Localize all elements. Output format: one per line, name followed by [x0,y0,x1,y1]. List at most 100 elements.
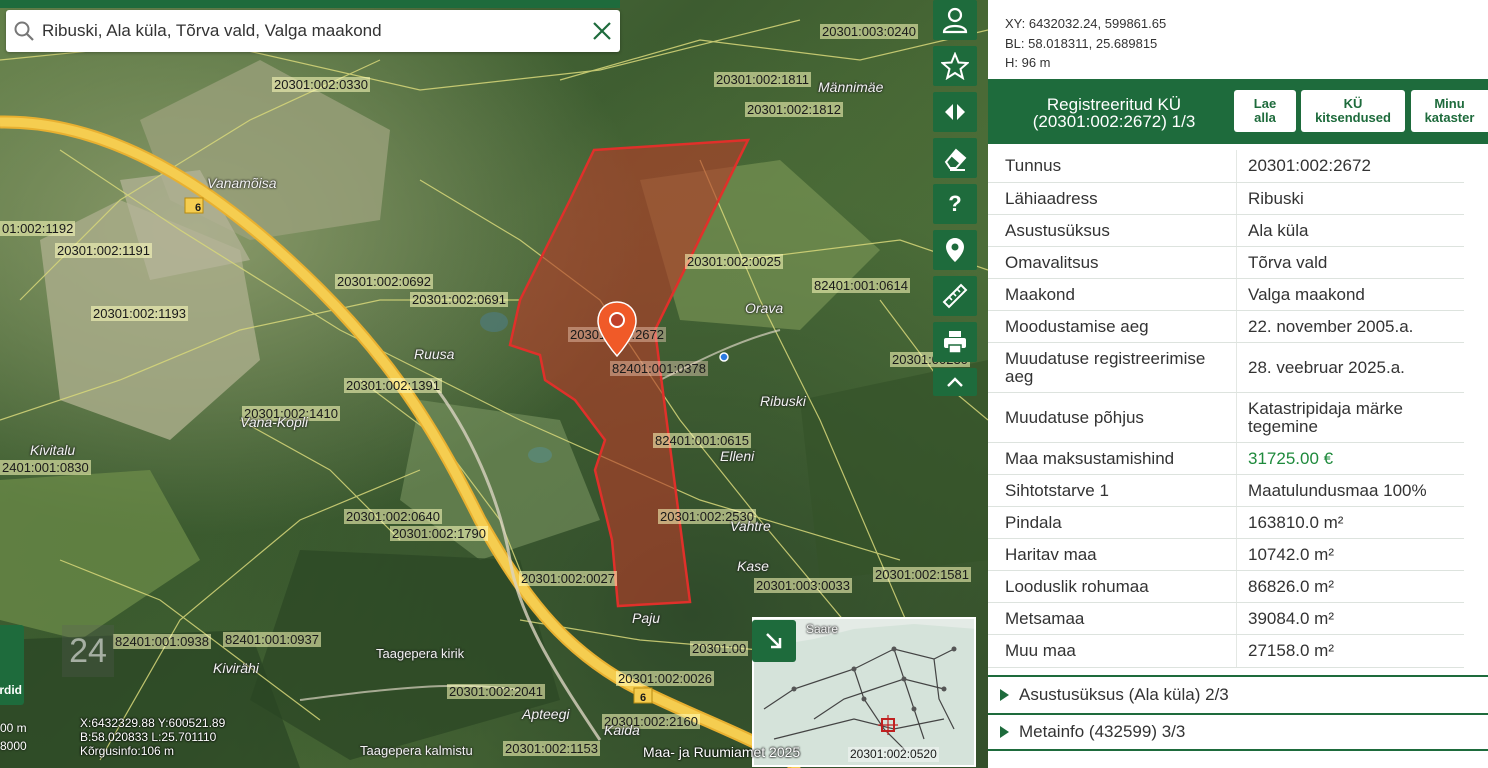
parcel-header-title: Registreeritud KÜ (20301:002:2672) 1/3 [994,96,1234,130]
parcel-label[interactable]: 82401:001:0938 [113,634,211,649]
search-input[interactable]: Ribuski, Ala küla, Tõrva vald, Valga maa… [42,21,584,41]
parcel-label[interactable]: 20301:002:1193 [91,306,189,321]
parcel-label[interactable]: 82401:001:0615 [653,433,751,448]
download-button[interactable]: Lae alla [1234,90,1296,132]
parcel-label[interactable]: 82401:001:0614 [812,278,910,293]
minimap-parcel-label: 20301:002:0520 [848,747,939,762]
layers-button[interactable]: rdid [0,625,24,705]
attr-key: Metsamaa [1005,608,1085,628]
measure-button[interactable] [933,276,977,316]
restrictions-button[interactable]: KÜ kitsendused [1301,90,1405,132]
parcel-label[interactable]: 01:002:1192 [0,221,76,236]
zoom-level: 24 [62,625,114,677]
parcel-label[interactable]: 20301:00 [690,641,749,656]
parcel-label[interactable]: 20301:002:2041 [447,684,545,699]
collapse-toolbar-button[interactable] [933,368,977,396]
parcel-label[interactable]: 20301:002:1812 [745,102,843,117]
copyright: Maa- ja Ruumiamet 2025 [643,744,801,760]
attr-value: Tõrva vald [1236,247,1464,278]
place-name: Apteegi [522,706,570,722]
table-row: Tunnus 20301:002:2672 [988,150,1464,183]
user-icon [942,7,968,34]
parcel-label[interactable]: 2401:001:0830 [0,460,91,475]
attr-key: Looduslik rohumaa [1005,576,1149,596]
parcel-label[interactable]: 20301:002:0027 [519,571,617,586]
attr-value: Ala küla [1236,215,1464,246]
place-name: Kivitalu [30,442,76,458]
my-cadastre-button-label-1: Minu [1434,96,1465,111]
search-header-strip [0,0,620,8]
parcel-label[interactable]: 20301:003:0033 [754,578,852,593]
minimap-toggle-button[interactable] [752,620,796,662]
place-name: Vana-Kopli [240,414,308,430]
location-marker-icon[interactable] [596,300,638,358]
parcel-label[interactable]: 20301:002:0691 [410,292,508,307]
attr-value: Katastripidaja märke tegemine [1236,393,1464,442]
info-panel: XY: 6432032.24, 599861.65 BL: 58.018311,… [988,0,1488,768]
parcel-label[interactable]: 20301:002:0640 [344,509,442,524]
place-name: Männimäe [818,79,884,95]
attr-value: 10742.0 m² [1236,539,1464,570]
parcel-label[interactable]: 20301:002:0692 [335,274,433,289]
search-bar[interactable]: Ribuski, Ala küla, Tõrva vald, Valga maa… [6,10,620,52]
place-name: Orava [745,300,784,316]
help-button[interactable]: ? [933,184,977,224]
parcel-label[interactable]: 82401:001:0937 [223,632,321,647]
parcel-label[interactable]: 20301:002:1790 [390,526,488,541]
parcel-label[interactable]: 20301:002:1581 [873,567,971,582]
location-button[interactable] [933,230,977,270]
place-name: Taagepera kalmistu [360,743,473,758]
compare-button[interactable] [933,92,977,132]
app: 6 6 20301:003:0240 20301:002:1811 20301:… [0,0,1488,768]
table-row: Maakond Valga maakond [988,279,1464,311]
attr-key: Asustusüksus [1005,220,1110,240]
place-name: Elleni [720,448,755,464]
table-row: Lähiaadress Ribuski [988,183,1464,215]
table-row: Sihtotstarve 1 Maatulundusmaa 100% [988,475,1464,507]
height-value: H: 96 m [1005,55,1051,70]
attr-value: Ribuski [1236,183,1464,214]
map-view[interactable]: 6 6 20301:003:0240 20301:002:1811 20301:… [0,0,988,768]
cursor-xy: X:6432329.88 Y:600521.89 [80,716,226,730]
section-metainfo[interactable]: Metainfo (432599) 3/3 [988,713,1488,751]
table-row: Haritav maa 10742.0 m² [988,539,1464,571]
place-name: Saare [806,622,839,636]
parcel-label[interactable]: 20301:002:0026 [616,671,714,686]
parcel-label[interactable]: 20301:002:1153 [503,741,601,756]
parcel-label[interactable]: 20301:002:1811 [714,72,812,87]
restrictions-button-label-1: KÜ [1343,96,1363,111]
parcel-label[interactable]: 82401:001:0378 [610,361,708,376]
parcel-label[interactable]: 20301:002:0025 [685,254,783,269]
attr-value: Valga maakond [1236,279,1464,310]
compare-arrows-icon [945,104,965,120]
clear-button[interactable] [933,138,977,178]
cursor-coordinates: X:6432329.88 Y:600521.89 B:58.020833 L:2… [80,716,225,758]
favorites-button[interactable] [933,46,977,86]
download-button-label-2: alla [1254,110,1276,125]
table-row: Omavalitsus Tõrva vald [988,247,1464,279]
attr-value: 86826.0 m² [1236,571,1464,602]
search-icon[interactable] [6,20,42,42]
table-row: Muu maa 27158.0 m² [988,635,1464,668]
parcel-label[interactable]: 20301:002:0330 [272,77,370,92]
my-cadastre-button[interactable]: Minu kataster [1411,90,1488,132]
close-icon[interactable] [584,21,620,41]
parcel-label[interactable]: 20301:002:1191 [55,243,153,258]
table-row: Looduslik rohumaa 86826.0 m² [988,571,1464,603]
location-pin-icon [946,238,964,262]
attr-key: Muudatuse registreerimise aeg [1005,348,1206,386]
attr-key: Moodustamise aeg [1005,316,1149,336]
section-settlement[interactable]: Asustusüksus (Ala küla) 2/3 [988,675,1488,713]
place-name: Kivirähi [213,660,259,676]
parcel-label[interactable]: 20301:003:0240 [820,24,918,39]
table-row: Maa maksustamishind 31725.00 € [988,443,1464,475]
user-button[interactable] [933,0,977,40]
scale-distance: 00 m [0,721,27,735]
expand-triangle-icon [1000,726,1009,738]
parcel-label[interactable]: 20301:002:1391 [344,378,442,393]
header-title-line1: Registreeritud KÜ [1046,95,1182,114]
table-row: Pindala 163810.0 m² [988,507,1464,539]
tax-price-value: 31725.00 € [1236,443,1464,474]
print-button[interactable] [933,322,977,362]
help-icon: ? [948,191,962,216]
